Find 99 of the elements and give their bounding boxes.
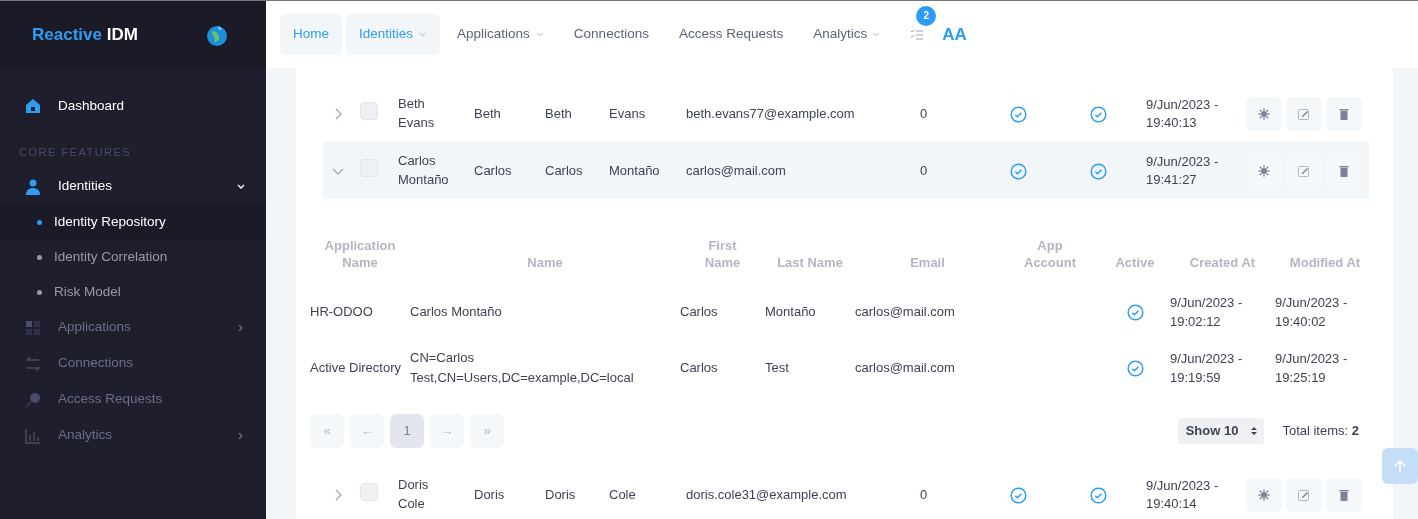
table-cell-text: Montaño bbox=[765, 304, 817, 320]
home-icon bbox=[25, 98, 41, 114]
sidebar-item[interactable]: Identities bbox=[0, 168, 266, 205]
column-header: Email bbox=[910, 254, 945, 272]
table-cell: Beth bbox=[474, 105, 501, 121]
date-text: 9/Jun/2023 - 19:40:02 bbox=[1275, 293, 1349, 331]
pagination-button[interactable]: 1 bbox=[390, 414, 424, 448]
pagination-button[interactable]: → bbox=[430, 414, 464, 448]
pencil-icon bbox=[1298, 488, 1310, 501]
font-size-toggle[interactable]: AA bbox=[934, 17, 975, 52]
delete-button[interactable] bbox=[1326, 96, 1362, 131]
checkbox[interactable] bbox=[360, 483, 378, 502]
page-size-select[interactable]: Show 10 bbox=[1177, 418, 1265, 444]
table-cell: Carlos bbox=[474, 162, 512, 178]
nav-tab[interactable]: Home bbox=[280, 14, 342, 55]
table-cell-text: Carlos bbox=[680, 360, 719, 376]
column-header: Last Name bbox=[777, 254, 843, 272]
column-header: Created At bbox=[1189, 254, 1256, 272]
table-cell: beth.evans77@example.com bbox=[686, 105, 855, 121]
table-cell: 0 bbox=[920, 486, 928, 502]
date-text: 9/Jun/2023 - 19:41:27 bbox=[1146, 152, 1220, 189]
nav-tab[interactable]: Access Requests bbox=[665, 14, 797, 55]
date-text: 9/Jun/2023 - 19:19:59 bbox=[1170, 349, 1244, 387]
nav-tab[interactable]: Analytics bbox=[800, 14, 895, 55]
table-cell: 0 bbox=[920, 162, 928, 178]
table-cell: Evans bbox=[609, 105, 646, 121]
table-cell: doris.cole31@example.com bbox=[686, 486, 847, 502]
table-cell-text: Carlos Montaño bbox=[410, 304, 503, 320]
gear-icon bbox=[1258, 164, 1270, 177]
nav-tab[interactable]: Applications bbox=[444, 14, 557, 55]
checkbox[interactable] bbox=[360, 102, 378, 121]
section-label: CORE FEATURES bbox=[18, 145, 133, 160]
sidebar-subitem[interactable]: Identity Repository bbox=[0, 204, 266, 240]
pagination-button[interactable]: « bbox=[310, 414, 344, 448]
table-cell-text: CN=Carlos Test,CN=Users,DC=example,DC=local bbox=[410, 350, 635, 385]
caret-icon bbox=[534, 30, 544, 39]
sidebar-subitem[interactable]: Identity Correlation bbox=[0, 239, 266, 275]
grid-icon bbox=[25, 319, 41, 336]
sidebar-item[interactable]: Analytics bbox=[0, 417, 266, 454]
name-text: Doris Cole bbox=[398, 475, 430, 513]
sidebar-item[interactable]: Access Requests bbox=[0, 381, 266, 418]
brand-logo-text: Reactive IDM bbox=[32, 23, 138, 46]
column-header: Active bbox=[1115, 254, 1155, 272]
column-header: Application Name bbox=[323, 236, 397, 272]
table-cell: Doris bbox=[474, 486, 505, 502]
caret-icon bbox=[418, 30, 428, 39]
column-header: Name bbox=[527, 254, 563, 272]
date-text: 9/Jun/2023 - 19:40:13 bbox=[1146, 95, 1220, 132]
column-header: App Account bbox=[1023, 236, 1077, 272]
table-cell: Montaño bbox=[609, 162, 660, 178]
sidebar-item[interactable]: Connections bbox=[0, 345, 266, 382]
nav-tab[interactable]: Identities bbox=[346, 14, 441, 55]
trash-icon bbox=[1338, 164, 1350, 177]
date-text: 9/Jun/2023 - 19:25:19 bbox=[1275, 349, 1349, 387]
scroll-top-button[interactable] bbox=[1382, 448, 1418, 484]
table-cell: Beth bbox=[545, 105, 572, 121]
settings-button[interactable] bbox=[1246, 96, 1282, 131]
updown-icon bbox=[1250, 425, 1259, 437]
edit-button[interactable] bbox=[1286, 477, 1322, 512]
date-text: 9/Jun/2023 - 19:40:14 bbox=[1146, 476, 1220, 513]
column-header: Modified At bbox=[1289, 254, 1361, 272]
table-cell: 0 bbox=[920, 105, 928, 121]
bar-chart-icon bbox=[25, 427, 41, 444]
pencil-icon bbox=[1298, 164, 1310, 177]
table-cell-text: Test bbox=[765, 360, 790, 376]
name-text: Carlos Montaño bbox=[398, 151, 450, 189]
table-cell-text: HR-ODOO bbox=[310, 304, 374, 320]
pagination-button[interactable]: ← bbox=[350, 414, 384, 448]
name-text: Beth Evans bbox=[398, 94, 436, 132]
gear-icon bbox=[1258, 107, 1270, 120]
table-cell-text: carlos@mail.com bbox=[855, 360, 956, 376]
pagination-button[interactable]: » bbox=[470, 414, 504, 448]
table-cell-text: Active Directory bbox=[310, 360, 403, 376]
sidebar-subitem[interactable]: Risk Model bbox=[0, 274, 266, 310]
column-header: First Name bbox=[703, 236, 742, 272]
gear-icon bbox=[1258, 488, 1270, 501]
table-cell: carlos@mail.com bbox=[686, 162, 786, 178]
trash-icon bbox=[1338, 107, 1350, 120]
caret-icon bbox=[872, 30, 882, 39]
date-text: 9/Jun/2023 - 19:02:12 bbox=[1170, 293, 1244, 331]
table-cell: Cole bbox=[609, 486, 636, 502]
table-cell-text: carlos@mail.com bbox=[855, 304, 956, 320]
delete-button[interactable] bbox=[1326, 477, 1362, 512]
trash-icon bbox=[1338, 488, 1350, 501]
sidebar-item[interactable]: Dashboard bbox=[0, 88, 266, 124]
table-cell: Carlos bbox=[545, 162, 583, 178]
arrows-icon bbox=[25, 355, 41, 372]
notification-badge: 2 bbox=[916, 5, 937, 26]
sidebar-item[interactable]: Applications bbox=[0, 309, 266, 346]
checklist-icon bbox=[910, 28, 925, 41]
edit-button[interactable] bbox=[1286, 96, 1322, 131]
person-icon bbox=[25, 178, 41, 195]
table-cell-text: Carlos bbox=[680, 304, 719, 320]
table-cell: Doris bbox=[545, 486, 576, 502]
up-arrow-icon bbox=[1392, 458, 1408, 474]
nav-tab[interactable]: Connections bbox=[560, 14, 662, 55]
settings-button[interactable] bbox=[1246, 477, 1282, 512]
pencil-icon bbox=[1298, 107, 1310, 120]
total-items-text: Total items: 2 bbox=[1282, 422, 1359, 441]
